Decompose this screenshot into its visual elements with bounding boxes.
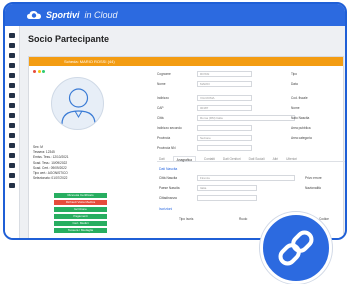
brand-name: Sportivi [46,10,80,20]
window-dots [33,70,45,73]
province-nn-input[interactable] [197,145,252,151]
tab-altri[interactable]: Altri [273,156,279,161]
calendar-icon[interactable] [9,53,15,58]
column-header: Ruolo [239,217,248,221]
user-icon[interactable] [9,63,15,68]
section-title: Dati Nascita [159,167,178,171]
avatar [51,77,104,130]
card-header: Scheda: MARIO ROSSI (44) [29,57,343,66]
field-label: Provincia NN [157,146,176,150]
document-icon[interactable] [9,93,15,98]
field-label: Provincia [157,136,171,140]
right-label: Nazionalità [305,186,321,190]
info-icon[interactable] [9,183,15,188]
green-dot-icon [42,70,45,73]
user-avatar-icon [61,88,96,125]
section-title: Iscrizioni [159,207,173,211]
right-label: Privo errore [305,176,322,180]
name-input[interactable]: MARIO [197,81,252,87]
link-icon [278,230,314,266]
right-label: Area pubblica [291,126,311,130]
medical-certs-button[interactable]: Cert. Medici [54,221,107,226]
right-label: Data [291,82,298,86]
home-icon[interactable] [9,33,15,38]
money-icon[interactable] [9,113,15,118]
form-row: Provincia Sezione [157,135,257,141]
form-row: Provincia NN [157,145,257,151]
right-label: Tipo [291,72,298,76]
tab-contatti[interactable]: Contatti [204,156,215,161]
field-label: Paese Nascita [159,186,180,190]
province-select[interactable]: Sezione [197,135,252,141]
chart-icon[interactable] [9,103,15,108]
tab-sociali[interactable]: Dati Sociali [249,156,265,161]
form-row: Indirizzo secondo [157,125,257,131]
field-label: Indirizzo [157,96,169,100]
form-row: Città Nascita Firenze [159,175,299,181]
tab-anagrafica[interactable]: Anagrafica [172,156,196,162]
form-row: Indirizzo VIA ROMA [157,95,257,101]
city-select[interactable]: Roma (RM) Italia [197,115,295,121]
users-icon[interactable] [9,43,15,48]
address-input[interactable]: VIA ROMA [197,95,252,101]
right-label: Nato Nascita [291,116,310,120]
brand-suffix: in Cloud [84,10,118,20]
payments-button[interactable]: Pagamenti [54,214,107,219]
tab-dati[interactable]: Dati [159,156,165,161]
tab-bar: Dati Anagrafica Contatti Dati Genitori D… [157,156,345,162]
form-row: Città Roma (RM) Italia [157,115,297,121]
surname-input[interactable]: ROSSI [197,71,252,77]
citizenship-input[interactable] [197,195,257,201]
edit-icon[interactable] [9,83,15,88]
mail-icon[interactable] [9,143,15,148]
field-label: Nome [157,82,166,86]
info-line: Emiss. Tess.: 12/10/2021 [33,155,69,160]
field-label: Città [157,116,164,120]
registration-button[interactable]: Iscrizione [54,207,107,212]
request-medical-button[interactable]: Richiedi Visita Medica [54,200,107,205]
page-title: Socio Partecipante [28,34,110,44]
brand-logo[interactable]: Sportivi in Cloud [27,8,118,22]
field-label: Città Nascita [159,176,178,180]
form-row: Cognome ROSSI [157,71,257,77]
form-row: Paese Nascita Italia [159,185,299,191]
folder-icon[interactable] [9,123,15,128]
field-label: Cognome [157,72,171,76]
member-info: Sex: M Tessera: 12345 Emiss. Tess.: 12/1… [33,145,69,181]
tab-genitori[interactable]: Dati Genitori [223,156,241,161]
column-header: Tipo Iscriz. [179,217,195,221]
form-row: Nome MARIO [157,81,257,87]
address2-input[interactable] [197,125,252,131]
form-row: CAP 00187 [157,105,257,111]
field-label: Cittadinanza [159,196,177,200]
right-label: Nome [291,106,300,110]
sidebar [5,26,20,238]
receipt-certificate-button[interactable]: Ricevuta Certificato [54,193,107,198]
birth-country-input[interactable]: Italia [197,185,257,191]
app-window: Sportivi in Cloud Socio Partecipante Sch… [3,2,347,240]
list-icon[interactable] [9,73,15,78]
yellow-dot-icon [37,70,41,73]
tag-icon[interactable] [9,173,15,178]
zip-input[interactable]: 00187 [197,105,252,111]
field-label: Indirizzo secondo [157,126,182,130]
cloud-logo-icon [27,11,41,19]
print-icon[interactable] [9,153,15,158]
top-navbar: Sportivi in Cloud [5,4,345,26]
card-medal-button[interactable]: Tessera / Medaglia [54,228,107,233]
tab-ulteriori[interactable]: Ulteriori [286,156,297,161]
right-label: Cod. fiscale [291,96,308,100]
key-icon[interactable] [9,163,15,168]
field-label: CAP [157,106,164,110]
link-badge[interactable] [260,212,332,284]
settings-icon[interactable] [9,133,15,138]
red-dot-icon [33,70,36,73]
main-content: Socio Partecipante Scheda: MARIO ROSSI (… [20,26,345,238]
right-label: Area categoria [291,136,312,140]
info-line: Selezionato: 01/07/2022 [33,176,68,181]
form-row: Cittadinanza [159,195,299,201]
birth-city-select[interactable]: Firenze [197,175,295,181]
